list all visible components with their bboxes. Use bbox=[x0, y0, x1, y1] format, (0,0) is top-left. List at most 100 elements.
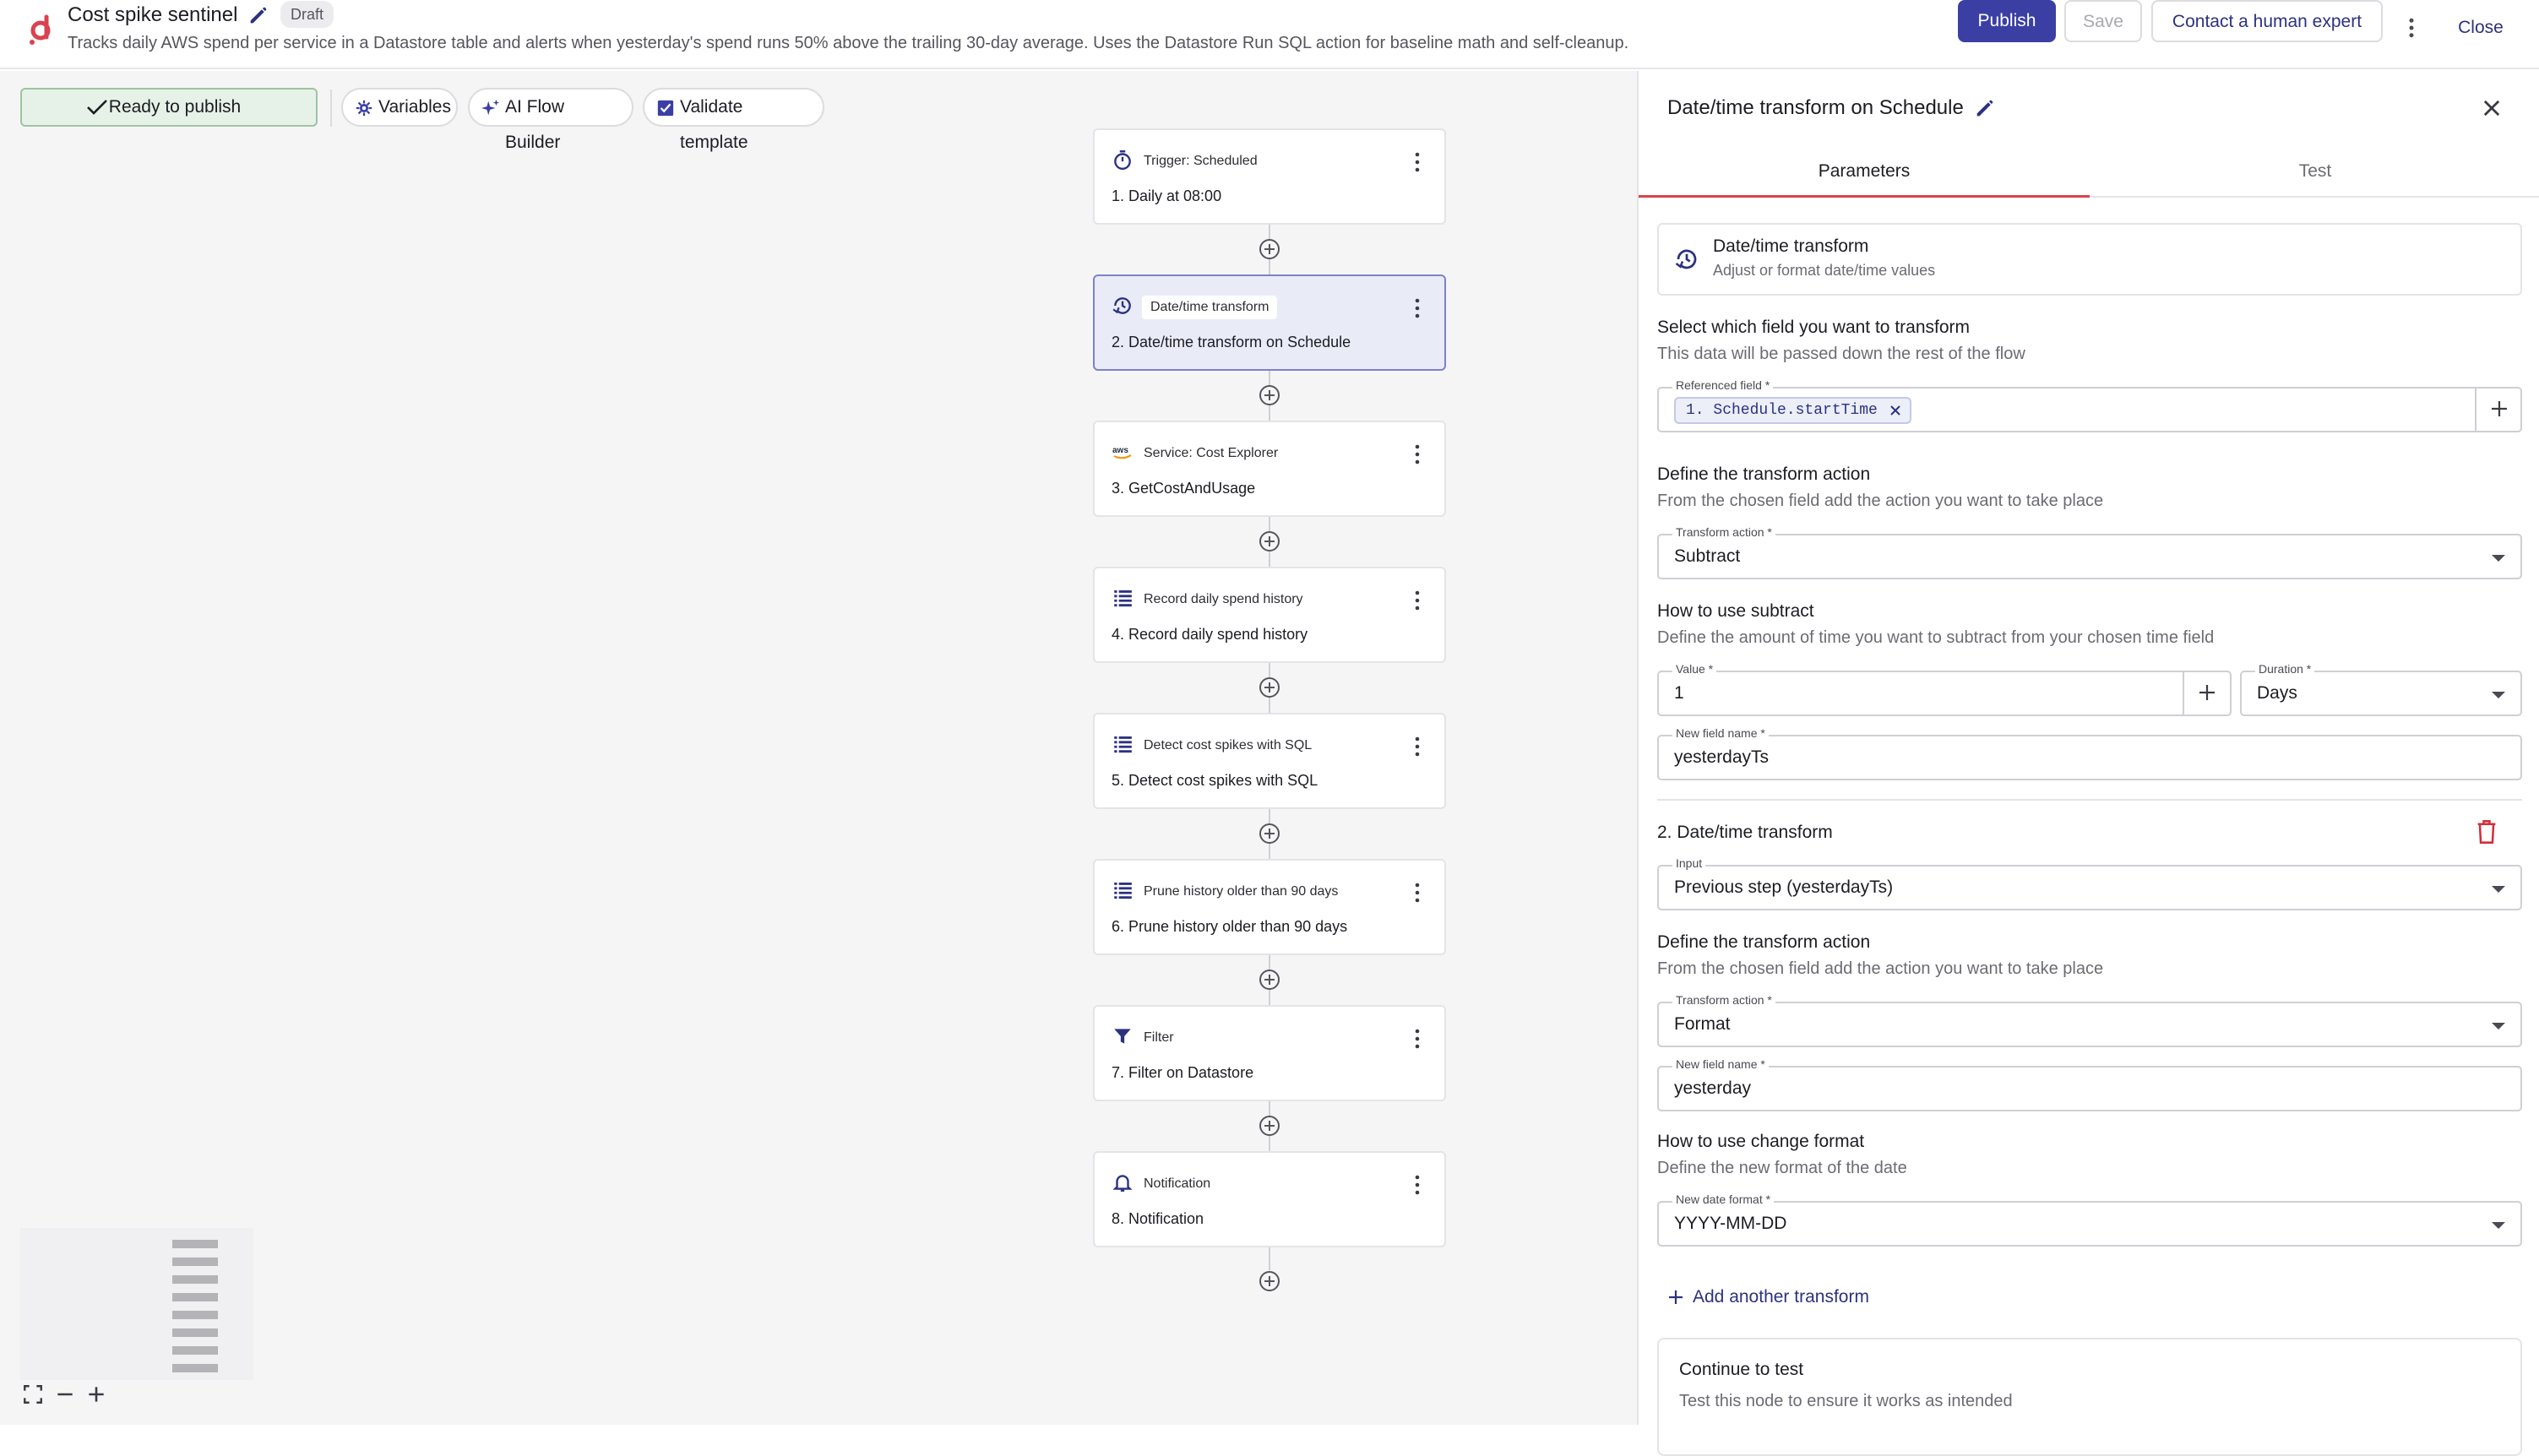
minimap-node bbox=[172, 1328, 218, 1337]
contact-expert-button[interactable]: Contact a human expert bbox=[2151, 0, 2383, 42]
field-label: Transform action * bbox=[1672, 525, 1775, 539]
more-vertical-icon[interactable] bbox=[2399, 15, 2424, 41]
field-label: New field name * bbox=[1672, 726, 1769, 740]
minimap-node bbox=[172, 1258, 218, 1266]
edit-title-pencil-icon[interactable] bbox=[247, 3, 270, 27]
transform-action-select[interactable]: Transform action * Subtract bbox=[1657, 525, 2522, 579]
delete-transform-icon[interactable] bbox=[2475, 819, 2498, 845]
field-label: New field name * bbox=[1672, 1057, 1769, 1071]
plus-icon bbox=[2492, 401, 2507, 416]
duration-select[interactable]: Duration * Days bbox=[2240, 662, 2522, 716]
add-step-icon[interactable] bbox=[1259, 530, 1280, 552]
svg-text:aws: aws bbox=[1112, 446, 1128, 455]
referenced-field-chip[interactable]: 1. Schedule.startTime bbox=[1674, 397, 1911, 424]
ai-label: AI Flow Builder bbox=[505, 97, 565, 152]
add-step-icon[interactable] bbox=[1259, 1115, 1280, 1137]
input-select[interactable]: Input Previous step (yesterdayTs) bbox=[1657, 856, 2522, 910]
caret-down-icon bbox=[2492, 692, 2505, 698]
zoom-in-icon[interactable] bbox=[85, 1383, 107, 1405]
flow-node-notification[interactable]: Notification 8. Notification bbox=[1093, 1151, 1446, 1247]
add-step-icon[interactable] bbox=[1259, 676, 1280, 698]
caret-down-icon bbox=[2492, 886, 2505, 893]
more-vertical-icon[interactable] bbox=[1407, 881, 1427, 905]
plus-icon bbox=[1669, 1290, 1683, 1304]
add-step-icon[interactable] bbox=[1259, 384, 1280, 406]
flow-node-prune-history[interactable]: Prune history older than 90 days 6. Prun… bbox=[1093, 859, 1446, 955]
flow-node-filter[interactable]: Filter 7. Filter on Datastore bbox=[1093, 1005, 1446, 1101]
flow-node-datetime-transform[interactable]: Date/time transform 2. Date/time transfo… bbox=[1093, 274, 1446, 371]
test-card-title: Continue to test bbox=[1679, 1360, 1804, 1379]
tab-parameters[interactable]: Parameters bbox=[1639, 149, 2090, 198]
list-icon bbox=[1114, 590, 1132, 607]
toolbar-divider bbox=[330, 90, 332, 127]
flow-node-cost-explorer[interactable]: aws Service: Cost Explorer 3. GetCostAnd… bbox=[1093, 421, 1446, 517]
flow-node-detect-spikes[interactable]: Detect cost spikes with SQL 5. Detect co… bbox=[1093, 713, 1446, 809]
minimap[interactable] bbox=[20, 1228, 253, 1380]
more-vertical-icon[interactable] bbox=[1407, 589, 1427, 612]
more-vertical-icon[interactable] bbox=[1407, 735, 1427, 758]
node-name: 4. Record daily spend history bbox=[1112, 626, 1308, 643]
validate-icon bbox=[657, 100, 674, 117]
more-vertical-icon[interactable] bbox=[1407, 296, 1427, 320]
section-subtext: From the chosen field add the action you… bbox=[1657, 959, 2104, 978]
add-reference-button[interactable] bbox=[2475, 388, 2522, 431]
referenced-field-input[interactable]: Referenced field * 1. Schedule.startTime bbox=[1657, 378, 2522, 432]
more-vertical-icon[interactable] bbox=[1407, 1173, 1427, 1197]
more-vertical-icon[interactable] bbox=[1407, 1027, 1427, 1051]
new-field-name-input[interactable]: New field name * yesterdayTs bbox=[1657, 726, 2522, 780]
add-step-icon[interactable] bbox=[1259, 238, 1280, 260]
node-name: 3. GetCostAndUsage bbox=[1112, 480, 1256, 497]
flow-node-record-history[interactable]: Record daily spend history 4. Record dai… bbox=[1093, 567, 1446, 663]
remove-chip-icon[interactable] bbox=[1889, 405, 1901, 416]
minimap-node bbox=[172, 1240, 218, 1248]
section-subtext: Define the amount of time you want to su… bbox=[1657, 628, 2215, 647]
add-step-icon[interactable] bbox=[1259, 1270, 1280, 1292]
new-field-name-input[interactable]: New field name * yesterday bbox=[1657, 1057, 2522, 1111]
publish-button[interactable]: Publish bbox=[1958, 0, 2056, 42]
stopwatch-icon bbox=[1114, 150, 1131, 171]
input-value: yesterdayTs bbox=[1674, 747, 1770, 767]
transform-divider bbox=[1657, 799, 2522, 801]
fit-view-icon[interactable] bbox=[22, 1383, 44, 1405]
node-name: 2. Date/time transform on Schedule bbox=[1112, 334, 1351, 350]
add-another-transform-button[interactable]: Add another transform bbox=[1667, 1287, 1869, 1307]
variables-button[interactable]: Variables bbox=[341, 88, 458, 127]
more-vertical-icon[interactable] bbox=[1407, 443, 1427, 466]
value-input[interactable]: Value * 1 bbox=[1657, 662, 2232, 716]
add-step-icon[interactable] bbox=[1259, 969, 1280, 991]
section-heading: Select which field you want to transform bbox=[1657, 318, 1971, 337]
node-type-label: Date/time transform bbox=[1142, 296, 1278, 319]
validate-template-button[interactable]: Validate template bbox=[643, 88, 824, 152]
zoom-out-icon[interactable] bbox=[54, 1383, 76, 1405]
edit-node-name-pencil-icon[interactable] bbox=[1973, 96, 1997, 120]
ready-to-publish-button[interactable]: Ready to publish bbox=[20, 88, 318, 127]
node-name: 7. Filter on Datastore bbox=[1112, 1064, 1254, 1081]
continue-to-test-card[interactable]: Continue to test Test this node to ensur… bbox=[1657, 1338, 2522, 1456]
add-value-reference-button[interactable] bbox=[2183, 672, 2230, 714]
ai-flow-builder-button[interactable]: AI Flow Builder bbox=[468, 88, 633, 152]
field-label: Value * bbox=[1672, 662, 1717, 676]
node-type-label: Service: Cost Explorer bbox=[1144, 446, 1279, 460]
section-heading: Define the transform action bbox=[1657, 465, 1871, 484]
date-format-select[interactable]: New date format * YYYY-MM-DD bbox=[1657, 1193, 2522, 1247]
minimap-node bbox=[172, 1346, 218, 1355]
close-button[interactable]: Close bbox=[2443, 7, 2519, 49]
app-logo-icon bbox=[30, 14, 51, 45]
add-step-icon[interactable] bbox=[1259, 823, 1280, 845]
save-button[interactable]: Save bbox=[2064, 0, 2142, 42]
filter-icon bbox=[1114, 1029, 1131, 1044]
validate-label: Validate template bbox=[680, 97, 748, 152]
more-vertical-icon[interactable] bbox=[1407, 150, 1427, 174]
node-type-label: Notification bbox=[1144, 1176, 1211, 1191]
select-value: Format bbox=[1674, 1014, 1731, 1034]
flow-node-trigger[interactable]: Trigger: Scheduled 1. Daily at 08:00 bbox=[1093, 128, 1446, 225]
clock-transform-icon bbox=[1675, 249, 1697, 269]
node-name: 1. Daily at 08:00 bbox=[1112, 187, 1222, 204]
field-label: Transform action * bbox=[1672, 993, 1775, 1007]
node-name: 6. Prune history older than 90 days bbox=[1112, 918, 1348, 935]
transform-action-select[interactable]: Transform action * Format bbox=[1657, 993, 2522, 1047]
close-panel-icon[interactable] bbox=[2480, 96, 2504, 120]
aws-icon: aws bbox=[1112, 446, 1132, 459]
tab-test[interactable]: Test bbox=[2090, 149, 2539, 198]
section-subtext: This data will be passed down the rest o… bbox=[1657, 345, 2025, 363]
